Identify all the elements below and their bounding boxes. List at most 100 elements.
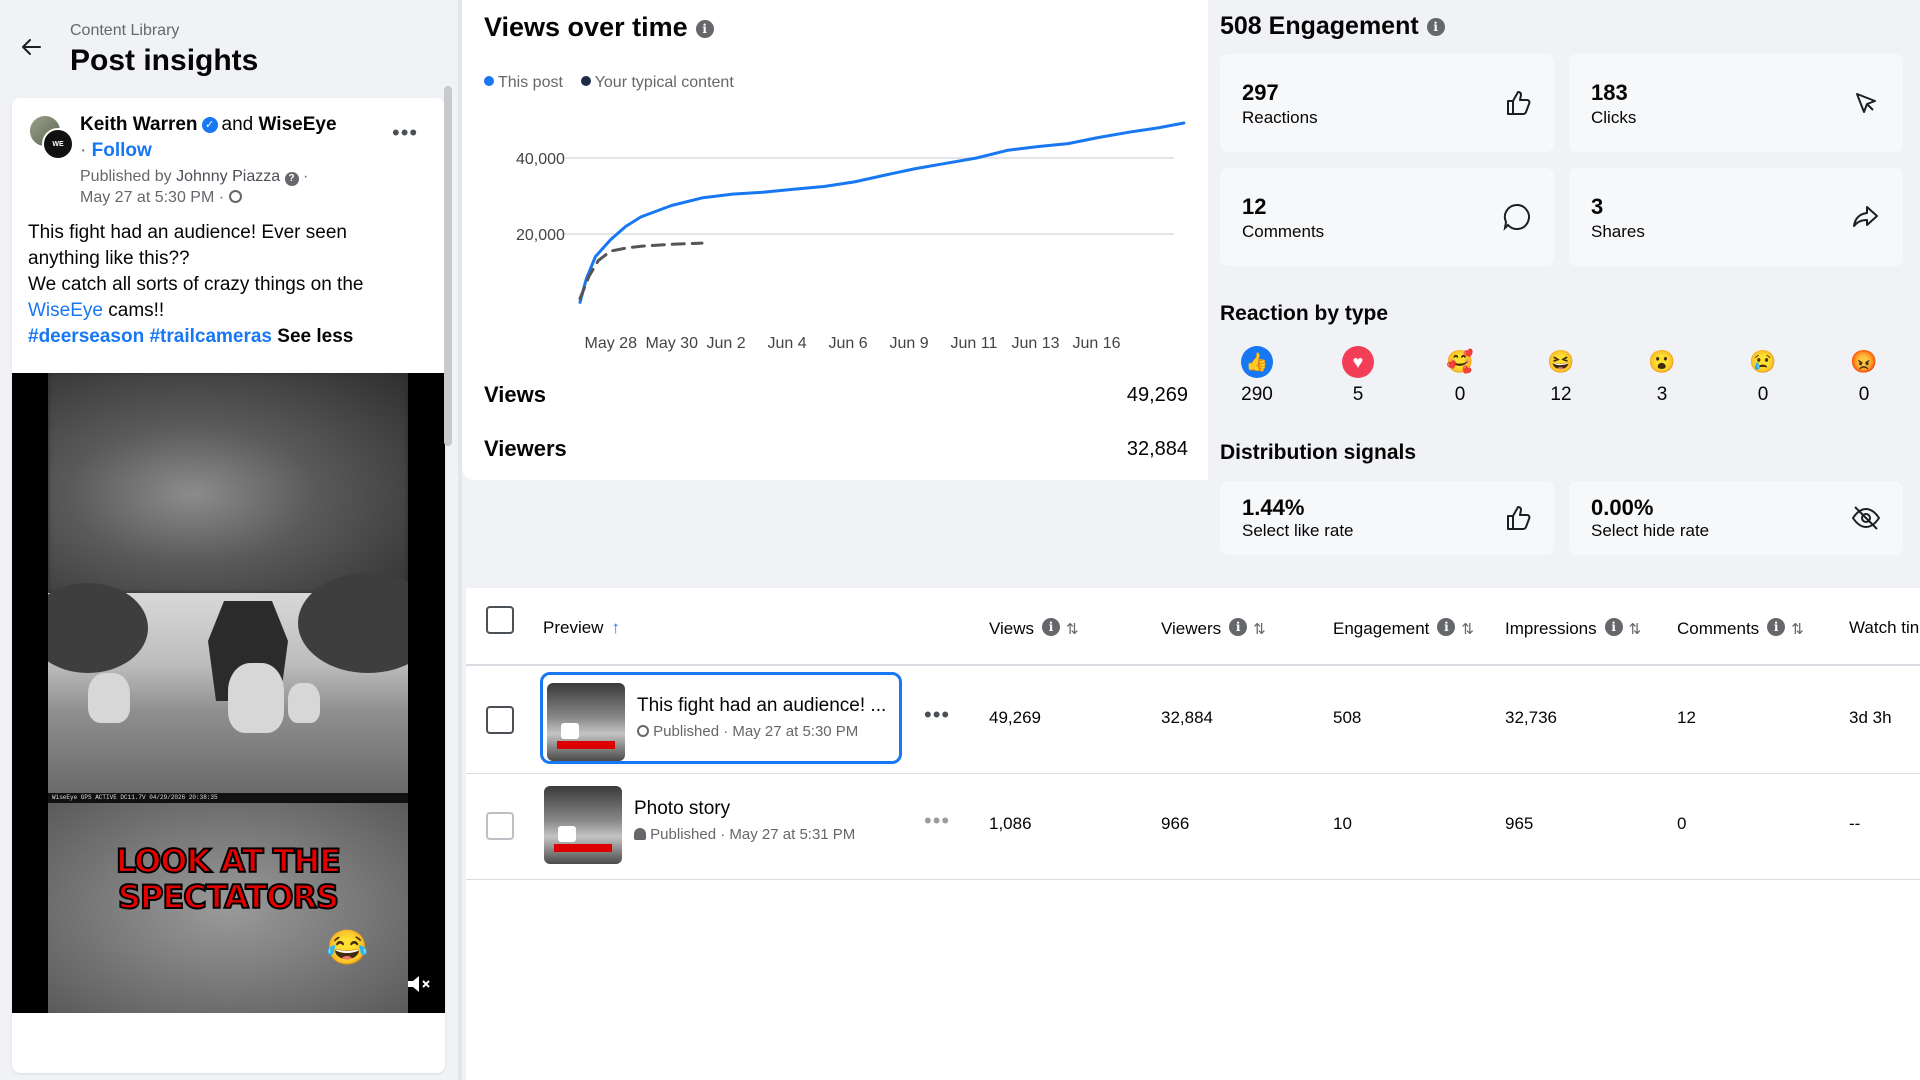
shares-count: 3: [1591, 194, 1604, 219]
avatar[interactable]: WE: [28, 114, 74, 160]
row-more-button[interactable]: •••: [924, 702, 950, 728]
info-icon[interactable]: i: [695, 20, 714, 38]
help-icon[interactable]: ?: [284, 172, 299, 186]
info-icon[interactable]: i: [1426, 18, 1445, 36]
reaction-care-count: 0: [1454, 384, 1466, 405]
hashtag-deerseason[interactable]: #deerseason: [28, 326, 144, 347]
table-row[interactable]: This fight had an audience! ... Publishe…: [466, 668, 1920, 774]
wiseeye-link[interactable]: WiseEye: [28, 300, 103, 321]
reactions-card[interactable]: 297 Reactions: [1220, 54, 1554, 152]
row-preview[interactable]: Photo story Published · May 27 at 5:31 P…: [540, 778, 902, 870]
mute-icon[interactable]: [406, 973, 436, 999]
like-rate-label: Select like rate: [1242, 521, 1354, 540]
views-over-time-panel: Views over time i This post Your typical …: [462, 0, 1208, 480]
post-date[interactable]: May 27 at 5:30 PM ·: [80, 189, 242, 207]
col-viewers[interactable]: Viewers i ⇅: [1161, 618, 1266, 639]
eye-slash-icon: [1851, 506, 1881, 530]
row-date: May 27 at 5:30 PM: [732, 723, 859, 740]
reaction-love: ♥ 5: [1328, 346, 1388, 406]
col-preview[interactable]: Preview ↑: [543, 618, 620, 638]
see-less-link[interactable]: See less: [277, 326, 353, 347]
distribution-signals-title: Distribution signals: [1220, 441, 1417, 464]
video-overlay-text: LOOK AT THE SPECTATORS: [115, 842, 342, 916]
row-checkbox[interactable]: [486, 706, 514, 734]
cell-views: 49,269: [989, 708, 1041, 727]
author-line: Keith Warren ✓ and WiseEye: [80, 114, 337, 136]
post-scrollbar[interactable]: [444, 86, 452, 446]
row-thumbnail: [547, 683, 625, 761]
post-date-text: May 27 at 5:30 PM ·: [80, 189, 225, 206]
col-impressions[interactable]: Impressions i ⇅: [1505, 618, 1641, 639]
arrow-left-icon: [22, 39, 41, 55]
cell-viewers: 966: [1161, 814, 1190, 833]
reaction-sad-count: 0: [1757, 384, 1769, 405]
back-button[interactable]: [14, 30, 48, 64]
post-text-line2: We catch all sorts of crazy things on th…: [28, 274, 364, 295]
chart-legend: This post Your typical content: [484, 74, 734, 92]
comment-icon: [1503, 203, 1530, 231]
info-icon: i: [1767, 618, 1786, 636]
this-post-line: [578, 121, 1186, 304]
laughing-emoji-icon: 😂: [326, 929, 369, 967]
globe-icon: [637, 725, 649, 737]
col-engagement-label: Engagement: [1333, 619, 1430, 638]
clicks-card[interactable]: 183 Clicks: [1569, 54, 1903, 152]
select-all-checkbox[interactable]: [486, 606, 514, 634]
post-video[interactable]: WiseEye GPS ACTIVE DC11.7V 04/29/2026 20…: [12, 373, 445, 1013]
haha-icon: 😆: [1547, 349, 1575, 374]
views-value: 49,269: [1126, 384, 1188, 406]
col-views-label: Views: [989, 619, 1035, 638]
cell-watch-time: --: [1849, 814, 1861, 833]
comments-count: 12: [1242, 194, 1267, 219]
breadcrumb[interactable]: Content Library: [70, 22, 179, 40]
post-card: WE Keith Warren ✓ and WiseEye · Follow Pub…: [12, 98, 445, 1073]
row-status: Published · May 27 at 5:31 PM: [634, 826, 855, 843]
row-date: May 27 at 5:31 PM: [729, 826, 856, 843]
info-icon: i: [1229, 618, 1248, 636]
publisher-name[interactable]: Johnny Piazza: [176, 168, 280, 185]
x-tick-label: Jun 9: [890, 335, 929, 352]
post-more-button[interactable]: •••: [392, 120, 418, 146]
x-tick-label: Jun 16: [1073, 335, 1121, 352]
video-frame: WiseEye GPS ACTIVE DC11.7V 04/29/2026 20…: [48, 373, 408, 1013]
col-watch-time[interactable]: Watch tin: [1849, 618, 1919, 638]
row-checkbox[interactable]: [486, 812, 514, 840]
post-text-line1: This fight had an audience! Ever seen an…: [28, 222, 347, 269]
cell-comments: 0: [1677, 814, 1687, 833]
published-by-label: Published by: [80, 168, 172, 185]
reactions-label: Reactions: [1242, 108, 1318, 127]
table-row[interactable]: Photo story Published · May 27 at 5:31 P…: [466, 774, 1920, 880]
row-preview[interactable]: This fight had an audience! ... Publishe…: [540, 672, 902, 764]
author-name[interactable]: Keith Warren: [80, 114, 198, 135]
reaction-like: 👍 290: [1227, 346, 1287, 406]
coauthor-name[interactable]: WiseEye: [259, 114, 337, 135]
photo-icon: [558, 826, 576, 842]
views-label: Views: [484, 382, 546, 407]
hashtag-trailcameras[interactable]: #trailcameras: [149, 326, 272, 347]
reaction-angry: 😡 0: [1834, 346, 1894, 406]
cell-impressions: 32,736: [1505, 708, 1557, 727]
col-impressions-label: Impressions: [1505, 619, 1597, 638]
left-panel: Content Library Post insights WE Keith W…: [0, 0, 456, 1080]
follow-button[interactable]: Follow: [92, 140, 152, 161]
shares-card[interactable]: 3 Shares: [1569, 168, 1903, 266]
col-views[interactable]: Views i ⇅: [989, 618, 1079, 639]
engagement-title: 508 Engagement i: [1220, 12, 1445, 41]
x-tick-label: Jun 11: [951, 335, 998, 352]
clicks-label: Clicks: [1591, 108, 1637, 127]
views-chart: 20,000 40,000 May 28 May 30 Jun 2 Jun 4 Jun 6 J…: [516, 121, 1186, 352]
comments-card[interactable]: 12 Comments: [1220, 168, 1554, 266]
hide-rate-card[interactable]: 0.00% Select hide rate: [1569, 481, 1903, 555]
thumbs-up-icon: [1507, 91, 1531, 115]
cell-engagement: 10: [1333, 814, 1352, 833]
clicks-count: 183: [1591, 80, 1628, 105]
reaction-by-type-title: Reaction by type: [1220, 302, 1389, 325]
col-engagement[interactable]: Engagement i ⇅: [1333, 618, 1474, 639]
row-title: Photo story: [634, 798, 731, 819]
col-comments[interactable]: Comments i ⇅: [1677, 618, 1804, 639]
row-more-button[interactable]: •••: [924, 808, 950, 834]
like-rate-card[interactable]: 1.44% Select like rate: [1220, 481, 1554, 555]
reaction-wow: 😮 3: [1632, 346, 1692, 406]
legend-typical-dot: [580, 76, 591, 86]
x-tick-label: Jun 6: [829, 335, 868, 352]
